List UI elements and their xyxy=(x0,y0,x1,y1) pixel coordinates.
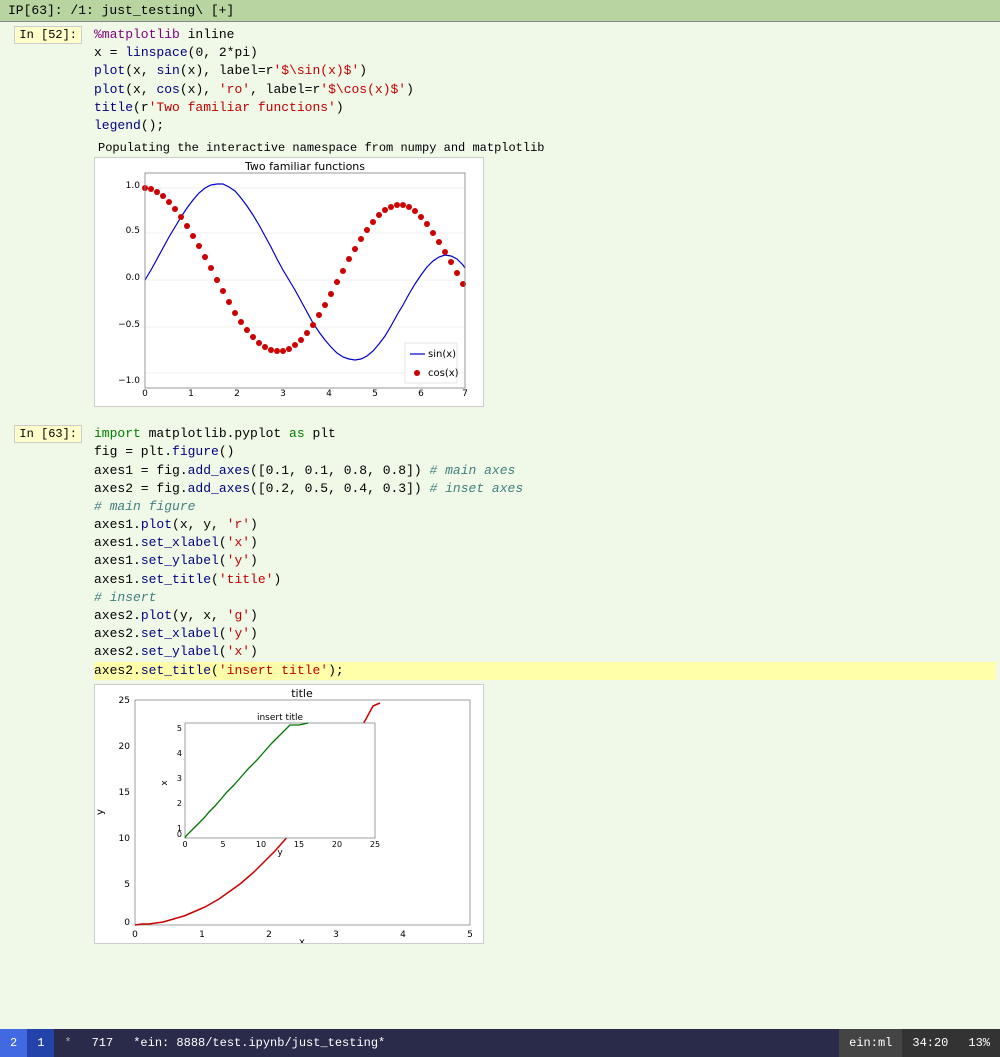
svg-text:0: 0 xyxy=(177,830,182,839)
svg-text:4: 4 xyxy=(326,389,332,399)
svg-text:2: 2 xyxy=(177,799,182,808)
code-63-7: # main figure xyxy=(94,498,996,516)
cell-63: In [63]: import matplotlib.pyplot as plt… xyxy=(0,421,1000,684)
svg-text:6: 6 xyxy=(418,389,424,399)
title-bar: IP[63]: /1: just_testing\ [+] xyxy=(0,0,1000,22)
svg-text:20: 20 xyxy=(332,840,342,849)
svg-text:5: 5 xyxy=(177,724,182,733)
plot2-ylabel: y xyxy=(95,809,106,815)
status-percent: 13% xyxy=(958,1029,1000,1057)
plot2-inset-title: insert title xyxy=(257,713,304,723)
status-bar: 2 1 * 717 *ein: 8888/test.ipynb/just_tes… xyxy=(0,1029,1000,1057)
svg-text:7: 7 xyxy=(462,389,468,399)
svg-text:3: 3 xyxy=(280,389,286,399)
svg-text:5: 5 xyxy=(124,880,130,890)
legend-sin: sin(x) xyxy=(428,349,456,360)
svg-text:3: 3 xyxy=(177,774,182,783)
status-linecount: 717 xyxy=(82,1029,124,1057)
code-line-4: plot(x, cos(x), 'ro', label=r'$\cos(x)$'… xyxy=(94,81,996,99)
svg-text:0: 0 xyxy=(132,930,138,940)
status-position: 34:20 xyxy=(902,1029,958,1057)
cell-52: In [52]: %matplotlib inline x = linspace… xyxy=(0,22,1000,139)
svg-text:4: 4 xyxy=(177,749,182,758)
plot2-container: title 25 20 15 10 5 0 0 1 2 3 4 5 y x xyxy=(0,684,1000,958)
code-line-5: title(r'Two familiar functions') xyxy=(94,99,996,117)
legend-cos: cos(x) xyxy=(428,368,459,379)
code-line-6: legend(); xyxy=(94,117,996,135)
plot2-inset-xlabel: y xyxy=(277,848,283,858)
code-63-17: axes2.set_title('insert title'); xyxy=(94,662,996,680)
output-52: Populating the interactive namespace fro… xyxy=(0,139,1000,157)
svg-text:15: 15 xyxy=(294,840,304,849)
code-63-16: axes2.set_ylabel('x') xyxy=(94,643,996,661)
code-line-1: %matplotlib inline xyxy=(94,26,996,44)
cell-52-prompt: In [52]: xyxy=(0,22,90,139)
status-asterisk: * xyxy=(54,1029,81,1057)
code-line-2: x = linspace(0, 2*pi) xyxy=(94,44,996,62)
svg-text:0: 0 xyxy=(142,389,148,399)
svg-text:5: 5 xyxy=(220,840,225,849)
svg-text:5: 5 xyxy=(467,930,473,940)
plot1-svg: Two familiar functions 1.0 0.5 0.0 −0.5 … xyxy=(94,157,484,407)
cell-52-content: %matplotlib inline x = linspace(0, 2*pi)… xyxy=(90,22,1000,139)
plot2-xlabel: x xyxy=(299,937,305,944)
status-mode: ein:ml xyxy=(839,1029,902,1057)
code-63-11: axes1.set_title('title') xyxy=(94,571,996,589)
svg-text:25: 25 xyxy=(119,696,130,706)
status-notebook: *ein: 8888/test.ipynb/just_testing* xyxy=(123,1029,839,1057)
code-63-4: axes1 = fig.add_axes([0.1, 0.1, 0.8, 0.8… xyxy=(94,462,996,480)
output-text-52: Populating the interactive namespace fro… xyxy=(94,139,1000,157)
svg-text:−0.5: −0.5 xyxy=(118,320,140,330)
notebook: In [52]: %matplotlib inline x = linspace… xyxy=(0,22,1000,1029)
code-63-15: axes2.set_xlabel('y') xyxy=(94,625,996,643)
svg-text:15: 15 xyxy=(119,788,130,798)
svg-text:1.0: 1.0 xyxy=(126,181,141,191)
plot2-inset-ylabel: x xyxy=(160,779,170,785)
svg-text:1: 1 xyxy=(199,930,205,940)
plot1-title: Two familiar functions xyxy=(244,160,365,173)
in-prompt-52[interactable]: In [52]: xyxy=(14,26,82,44)
svg-text:0: 0 xyxy=(182,840,187,849)
code-line-3: plot(x, sin(x), label=r'$\sin(x)$') xyxy=(94,62,996,80)
svg-text:2: 2 xyxy=(266,930,272,940)
code-63-8: axes1.plot(x, y, 'r') xyxy=(94,516,996,534)
svg-text:2: 2 xyxy=(234,389,240,399)
svg-text:20: 20 xyxy=(119,742,131,752)
code-63-10: axes1.set_ylabel('y') xyxy=(94,552,996,570)
svg-text:4: 4 xyxy=(400,930,406,940)
code-63-5: axes2 = fig.add_axes([0.2, 0.5, 0.4, 0.3… xyxy=(94,480,996,498)
plot2-main-title: title xyxy=(291,687,313,700)
plot2-svg: title 25 20 15 10 5 0 0 1 2 3 4 5 y x xyxy=(94,684,484,944)
status-num2[interactable]: 1 xyxy=(27,1029,54,1057)
svg-text:0.0: 0.0 xyxy=(126,273,141,283)
svg-text:25: 25 xyxy=(370,840,380,849)
code-63-1: import matplotlib.pyplot as plt xyxy=(94,425,996,443)
title-text: IP[63]: /1: just_testing\ [+] xyxy=(8,3,234,18)
svg-text:0.5: 0.5 xyxy=(126,226,140,236)
cell-63-prompt: In [63]: xyxy=(0,421,90,684)
plot1-container: Two familiar functions 1.0 0.5 0.0 −0.5 … xyxy=(0,157,1000,421)
svg-text:5: 5 xyxy=(372,389,378,399)
svg-text:10: 10 xyxy=(119,834,131,844)
svg-text:0: 0 xyxy=(124,918,130,928)
svg-text:10: 10 xyxy=(256,840,266,849)
status-num1[interactable]: 2 xyxy=(0,1029,27,1057)
svg-text:−1.0: −1.0 xyxy=(118,376,140,386)
svg-text:1: 1 xyxy=(188,389,194,399)
code-63-13: # insert xyxy=(94,589,996,607)
svg-text:3: 3 xyxy=(333,930,339,940)
code-63-14: axes2.plot(y, x, 'g') xyxy=(94,607,996,625)
code-63-2: fig = plt.figure() xyxy=(94,443,996,461)
code-63-9: axes1.set_xlabel('x') xyxy=(94,534,996,552)
in-prompt-63[interactable]: In [63]: xyxy=(14,425,82,443)
cell-63-content: import matplotlib.pyplot as plt fig = pl… xyxy=(90,421,1000,684)
